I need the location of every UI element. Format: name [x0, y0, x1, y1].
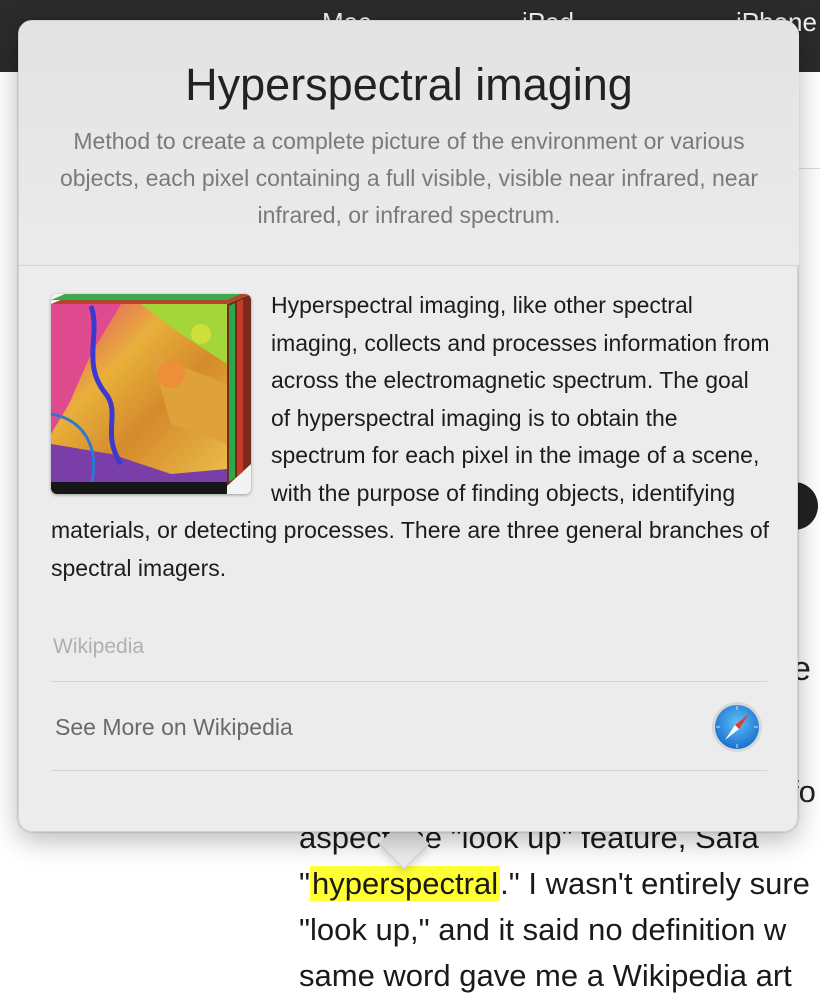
page-divider [799, 168, 820, 169]
source-label: Wikipedia [53, 635, 145, 658]
popover-subtitle: Method to create a complete picture of t… [59, 128, 759, 228]
article-summary: Hyperspectral imaging, like other spectr… [51, 292, 770, 581]
article-line: "look up," and it said no definition w [299, 912, 787, 947]
lookup-popover: Hyperspectral imaging Method to create a… [18, 20, 799, 832]
highlighted-word[interactable]: hyperspectral [310, 866, 501, 901]
popover-header: Hyperspectral imaging Method to create a… [19, 21, 799, 266]
see-more-link[interactable]: See More on Wikipedia [55, 711, 293, 743]
popover-title: Hyperspectral imaging [185, 59, 633, 110]
divider [51, 770, 767, 771]
divider [51, 681, 767, 682]
article-line: same word gave me a Wikipedia art [299, 958, 792, 993]
article-line: "hyperspectral." I wasn't entirely sure [299, 866, 810, 901]
safari-compass-icon[interactable] [711, 701, 763, 753]
